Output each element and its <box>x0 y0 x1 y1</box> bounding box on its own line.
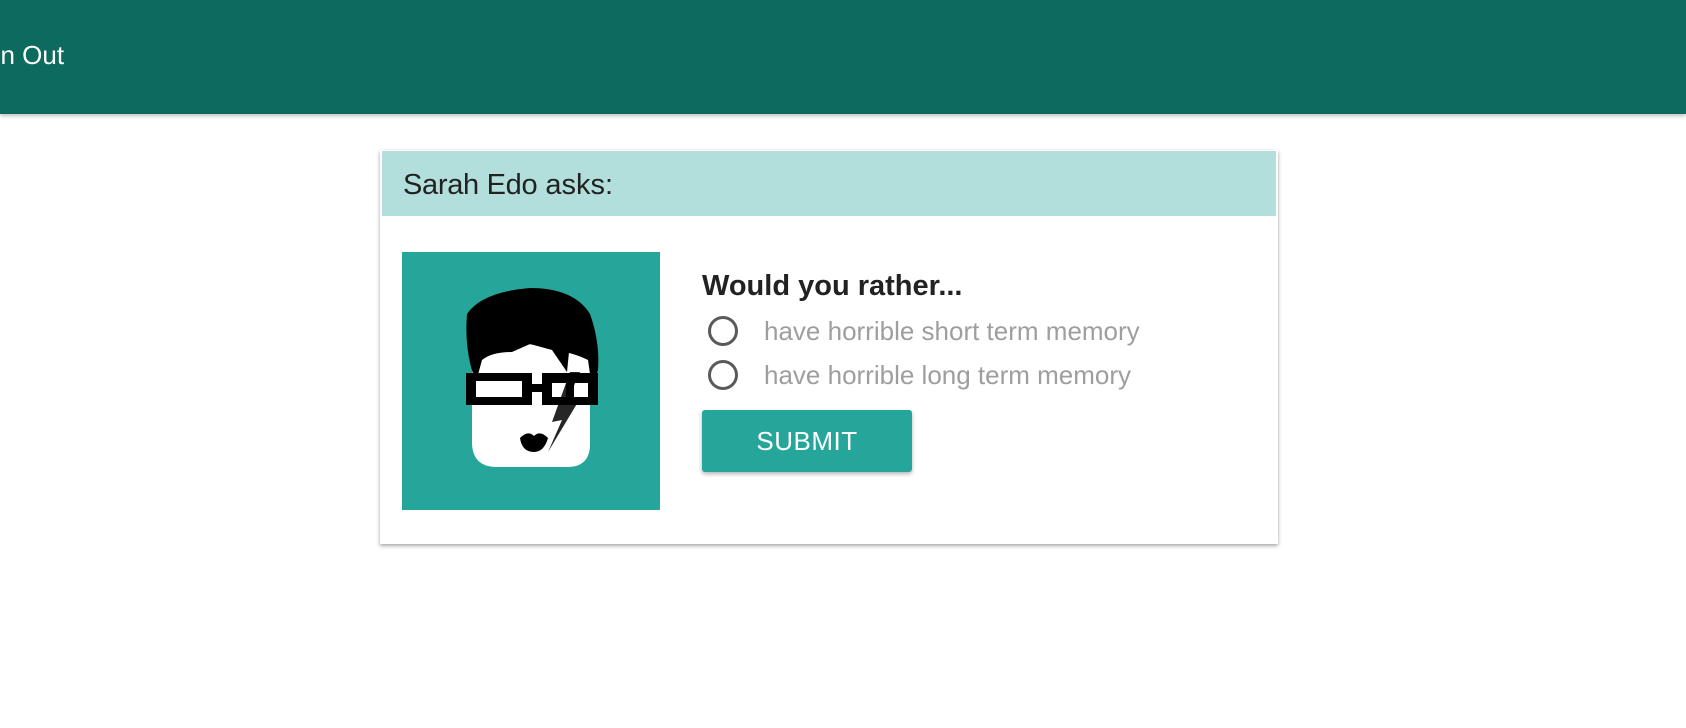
option-label: have horrible short term memory <box>764 316 1140 346</box>
radio-button[interactable] <box>708 360 738 390</box>
author-name: Sarah Edo <box>403 169 538 201</box>
avatar <box>402 252 660 510</box>
card-header-text: Sarah Edo asks: <box>403 168 613 202</box>
radio-button[interactable] <box>708 316 738 346</box>
submit-button[interactable]: SUBMIT <box>702 410 912 472</box>
asks-label: asks: <box>537 169 614 201</box>
question-title: Would you rather... <box>702 270 963 302</box>
avatar-face-icon <box>466 288 599 467</box>
card-header: Sarah Edo asks: <box>382 151 1276 216</box>
option-label: have horrible long term memory <box>764 360 1132 390</box>
sign-out-link[interactable]: gn Out <box>0 38 64 72</box>
top-navbar: gn Out <box>0 0 1686 114</box>
question-block: Would you rather... have horrible short … <box>702 268 1262 390</box>
poll-card: Sarah Edo asks: Would you rather... have… <box>380 150 1278 544</box>
